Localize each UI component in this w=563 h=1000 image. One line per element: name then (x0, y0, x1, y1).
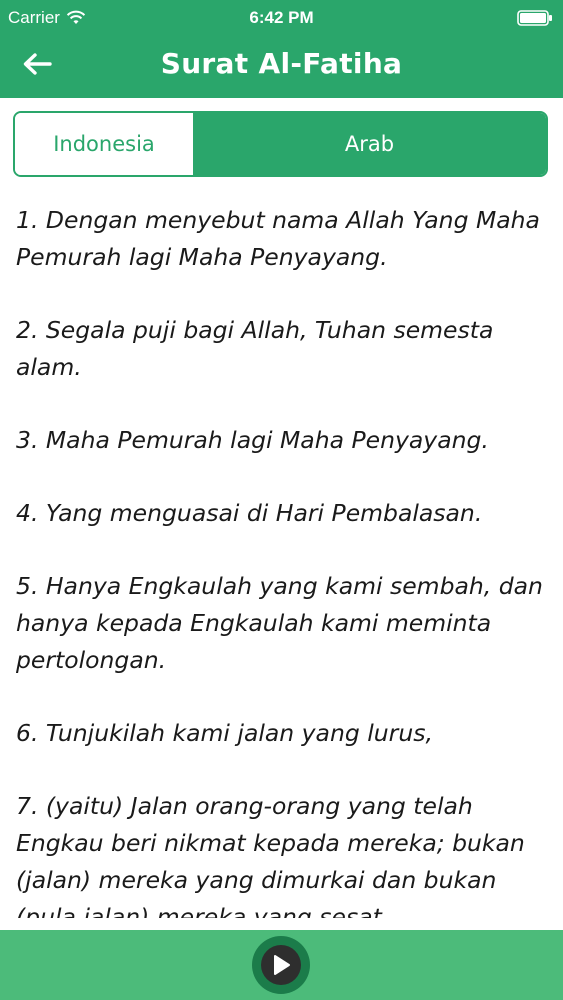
header-bar: Carrier 6:42 PM Surat Al-Fatiha (0, 0, 563, 98)
verse-item: 5. Hanya Engkaulah yang kami sembah, dan… (16, 572, 543, 674)
verse-item: 6. Tunjukilah kami jalan yang lurus, (16, 719, 433, 747)
verse-list[interactable]: 1. Dengan menyebut nama Allah Yang Maha … (16, 202, 546, 918)
segment-indonesia[interactable]: Indonesia (15, 113, 193, 175)
status-bar: Carrier 6:42 PM (0, 0, 563, 36)
verse-item: 1. Dengan menyebut nama Allah Yang Maha … (16, 206, 540, 271)
verse-item: 7. (yaitu) Jalan orang-orang yang telah … (16, 792, 525, 918)
segment-arab[interactable]: Arab (193, 113, 546, 175)
language-segmented-control: Indonesia Arab (13, 111, 548, 177)
play-button-inner (261, 945, 301, 985)
verse-item: 2. Segala puji bagi Allah, Tuhan semesta… (16, 316, 494, 381)
verse-item: 3. Maha Pemurah lagi Maha Penyayang. (16, 426, 489, 454)
status-time: 6:42 PM (249, 8, 314, 27)
battery-icon (517, 10, 552, 26)
page-title: Surat Al-Fatiha (160, 47, 403, 80)
play-button[interactable] (252, 936, 310, 994)
verse-item: 4. Yang menguasai di Hari Pembalasan. (16, 499, 483, 527)
play-icon (274, 955, 290, 975)
